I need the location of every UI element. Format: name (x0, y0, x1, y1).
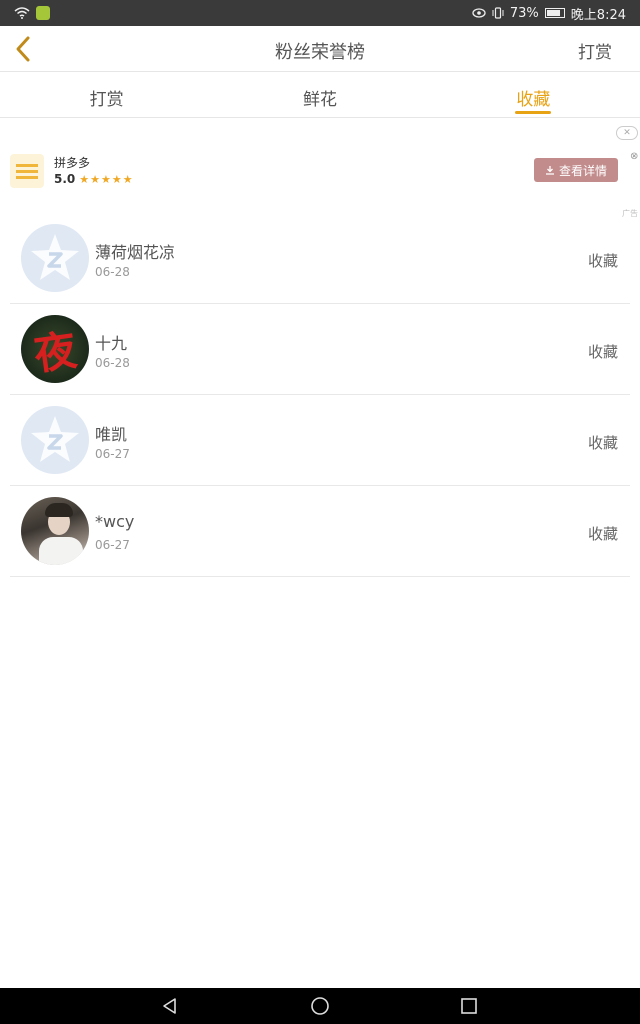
night-avatar[interactable]: 夜 (21, 315, 89, 383)
favorite-date: 06-28 (95, 265, 130, 279)
ad-rating: 5.0 ★★★★★ (54, 172, 134, 186)
user-name: 十九 (95, 334, 128, 353)
ad-details-label: 查看详情 (558, 163, 607, 178)
favorite-date: 06-27 (95, 538, 130, 552)
ad-banner[interactable]: ✕ ⊗ 拼多多 5.0 ★★★★★ 查看详情 广告 (0, 118, 640, 222)
wifi-icon (14, 7, 30, 19)
action-label: 收藏 (587, 252, 618, 270)
home-circle-icon[interactable] (310, 996, 330, 1016)
tab-bar: 打赏 鲜花 收藏 (0, 72, 640, 118)
app-notification-icon (36, 6, 50, 20)
tab-favorites[interactable]: 收藏 (427, 72, 640, 117)
qq-star-icon (31, 234, 79, 280)
vibrate-icon (492, 7, 504, 19)
action-label: 收藏 (587, 434, 618, 452)
list-item[interactable]: *wcy 06-27 收藏 (10, 486, 630, 577)
reward-button[interactable]: 打赏 (578, 38, 612, 63)
ad-close-button[interactable]: ✕ (616, 126, 638, 140)
ad-rating-value: 5.0 (54, 172, 76, 186)
favorite-date: 06-27 (95, 447, 130, 461)
system-nav-bar (0, 988, 640, 1024)
back-triangle-icon[interactable] (160, 996, 180, 1016)
download-icon (545, 166, 554, 175)
status-right: 73% 晚上8:24 (472, 4, 626, 23)
battery-icon (544, 8, 565, 18)
list-item[interactable]: 唯凯 06-27 收藏 (10, 395, 630, 486)
user-name: 唯凯 (95, 425, 128, 444)
tab-flowers[interactable]: 鲜花 (213, 72, 426, 117)
battery-percent: 73% (509, 5, 539, 21)
user-name: *wcy (95, 512, 135, 531)
ad-app-name: 拼多多 (54, 156, 91, 170)
ad-details-button[interactable]: 查看详情 (534, 158, 618, 182)
action-label: 收藏 (587, 525, 618, 543)
recents-square-icon[interactable] (459, 996, 479, 1016)
status-bar: 73% 晚上8:24 (0, 0, 640, 26)
tab-reward[interactable]: 打赏 (0, 72, 213, 117)
user-name: 薄荷烟花凉 (95, 243, 176, 262)
clock: 晚上8:24 (570, 7, 626, 23)
default-avatar[interactable] (21, 406, 89, 474)
action-label: 收藏 (587, 343, 618, 361)
star-rating-icon: ★★★★★ (79, 172, 134, 186)
status-left (14, 6, 50, 20)
list-item[interactable]: 夜 十九 06-28 收藏 (10, 304, 630, 395)
list-item[interactable]: 薄荷烟花凉 06-28 收藏 (10, 213, 630, 304)
page-title: 粉丝荣誉榜 (275, 42, 365, 63)
qq-star-icon (31, 416, 79, 462)
favorite-date: 06-28 (95, 356, 130, 370)
fan-list: 薄荷烟花凉 06-28 收藏 夜 十九 06-28 收藏 唯凯 06-27 收藏 (10, 213, 630, 577)
photo-avatar[interactable] (21, 497, 89, 565)
avatar-glyph: 夜 (31, 324, 80, 380)
ad-dismiss-icon[interactable]: ⊗ (630, 152, 640, 162)
default-avatar[interactable] (21, 224, 89, 292)
nav-bar: 粉丝荣誉榜 打赏 (0, 26, 640, 72)
screen: 73% 晚上8:24 粉丝荣誉榜 打赏 打赏 鲜花 收藏 ✕ ⊗ 拼多多 5.0 (0, 0, 640, 1024)
ad-app-icon (10, 154, 44, 188)
eye-comfort-icon (472, 8, 486, 18)
